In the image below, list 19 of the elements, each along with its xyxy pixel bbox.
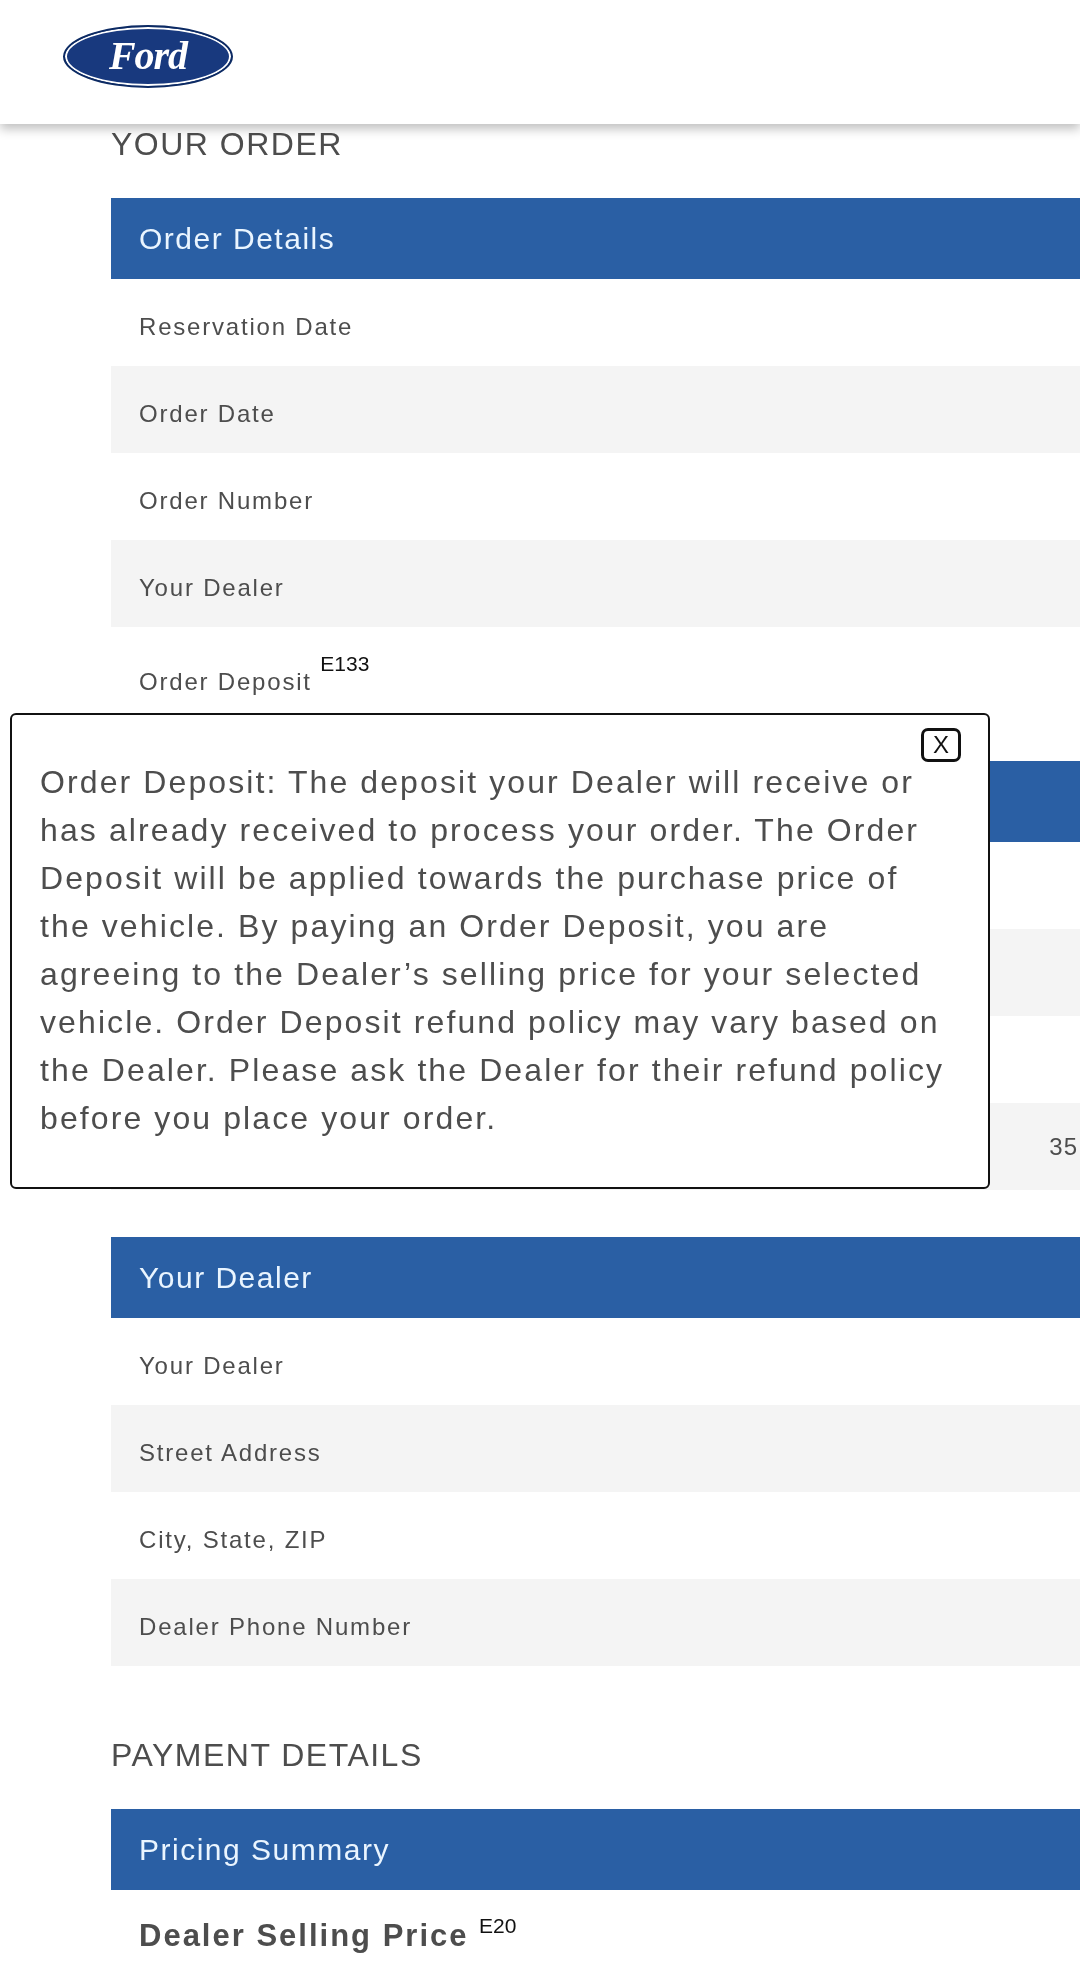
field-label: Your Dealer bbox=[139, 572, 285, 603]
section-header: Your Dealer bbox=[111, 1237, 1080, 1318]
page-heading: YOUR ORDER bbox=[111, 125, 343, 164]
tooltip-text: Order Deposit: The deposit your Dealer will receive or has already received to process your order. The Order Deposit will be applied towards the purchase price of the vehicle. By paying an Order Deposit, you are agreeing to the Dealer’s selling price for your selected vehicle. Order Deposit refund policy may vary based on the Dealer. Please ask the Dealer for their refund policy before you place your order. bbox=[40, 763, 946, 1138]
brand-logo[interactable]: Ford bbox=[63, 25, 233, 88]
section-header: Order Details bbox=[111, 198, 1080, 279]
field-label: Reservation Date bbox=[139, 311, 354, 342]
page-heading: PAYMENT DETAILS bbox=[111, 1736, 423, 1775]
close-button[interactable]: X bbox=[921, 728, 961, 762]
field-label: City, State, ZIP bbox=[139, 1524, 328, 1555]
section-header: Pricing Summary bbox=[111, 1809, 1080, 1890]
field-label: Order Number bbox=[139, 485, 314, 516]
field-label: Order Date bbox=[139, 398, 276, 429]
field-value: 35 bbox=[1049, 1132, 1079, 1161]
field-label: Street Address bbox=[139, 1437, 322, 1468]
field-label: Dealer Phone Number bbox=[139, 1611, 412, 1642]
field-label: Order Deposit $^{E133}$ bbox=[139, 652, 370, 697]
field-label: Dealer Selling Price $^{E20}$ bbox=[139, 1913, 517, 1954]
field-label: Your Dealer bbox=[139, 1350, 285, 1381]
